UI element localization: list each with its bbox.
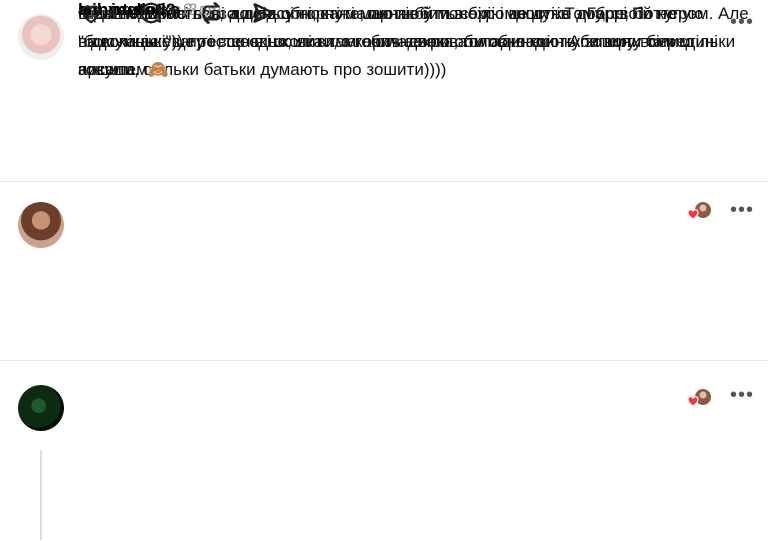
avatar[interactable] [18,14,64,60]
author-liked-badge-icon[interactable] [686,387,712,409]
more-icon[interactable]: ••• [730,200,754,220]
author-liked-badge-icon[interactable] [686,200,712,222]
reply-button[interactable]: 1 [138,0,177,26]
like-button[interactable]: 4 [78,0,116,26]
post-3 [0,361,768,541]
send-icon [254,3,275,23]
heart-icon [81,5,101,24]
more-icon[interactable]: ••• [730,385,754,405]
repost-button[interactable] [199,0,225,26]
avatar[interactable] [18,385,64,431]
reply-count: 1 [168,4,177,22]
thread-line [40,450,42,540]
comment-icon [141,2,162,24]
action-bar: 4 1 [78,0,303,26]
repost-icon [203,2,221,24]
share-button[interactable] [251,0,277,26]
post-2 [0,182,768,361]
avatar[interactable] [18,202,64,248]
like-count: 4 [108,4,117,22]
